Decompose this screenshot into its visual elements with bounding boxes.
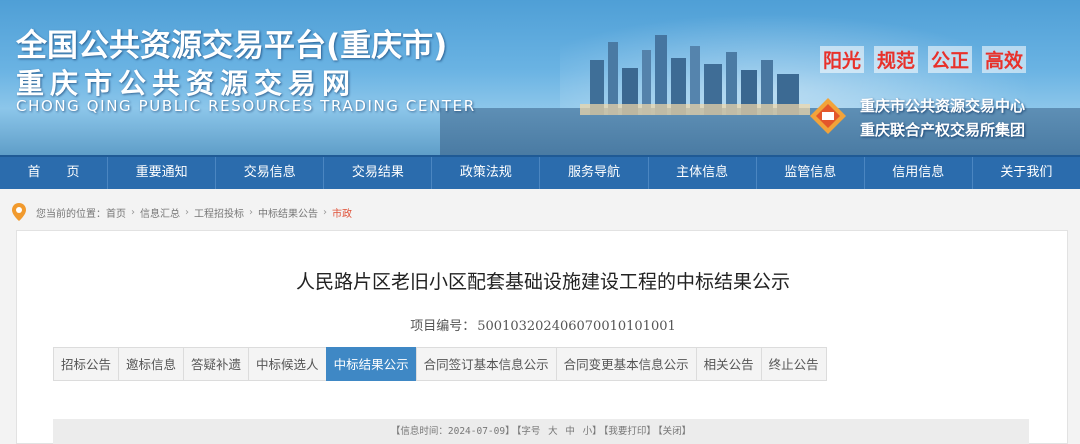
info-time: 【信息时间：2024-07-09】 xyxy=(390,426,515,437)
slogan-efficient: 高效 xyxy=(982,46,1027,73)
slogans: 阳光 规范 公正 高效 xyxy=(820,46,1027,73)
article-title: 人民路片区老旧小区配套基础设施建设工程的中标结果公示 xyxy=(295,271,790,293)
print-link[interactable]: 【我要打印】 xyxy=(604,426,656,437)
breadcrumb-separator: › xyxy=(249,206,253,218)
site-subtitle-cn: 重庆市公共资源交易网 xyxy=(16,67,357,100)
nav-credit-info[interactable]: 信用信息 xyxy=(865,157,973,189)
tab-tender-notice[interactable]: 招标公告 xyxy=(53,347,119,381)
nav-about-us[interactable]: 关于我们 xyxy=(973,157,1080,189)
nav-trade-info[interactable]: 交易信息 xyxy=(216,157,325,189)
breadcrumb-award-notice[interactable]: 中标结果公告 xyxy=(258,205,318,220)
nav-home[interactable]: 首 页 xyxy=(0,157,109,189)
font-size-label: 【字号 xyxy=(516,426,541,437)
nav-trade-results[interactable]: 交易结果 xyxy=(324,157,433,189)
tab-contract-signing-info[interactable]: 合同签订基本信息公示 xyxy=(415,347,556,381)
breadcrumb-home[interactable]: 首页 xyxy=(106,205,126,220)
site-title-cn: 全国公共资源交易平台(重庆市) xyxy=(16,28,448,64)
slogan-fair: 公正 xyxy=(928,46,973,73)
font-size-large-link[interactable]: 大 xyxy=(548,426,558,437)
content-panel: 人民路片区老旧小区配套基础设施建设工程的中标结果公示 项目编号： 50010320… xyxy=(16,230,1068,444)
tab-award-result[interactable]: 中标结果公示 xyxy=(325,347,416,381)
project-number-label: 项目编号： xyxy=(410,319,476,334)
notice-tabs: 招标公告 邀标信息 答疑补遗 中标候选人 中标结果公示 合同签订基本信息公示 合… xyxy=(53,347,827,381)
slogan-standard: 规范 xyxy=(874,46,919,73)
page: 全国公共资源交易平台(重庆市) 重庆市公共资源交易网 CHONG QING PU… xyxy=(0,0,1080,444)
site-header: 全国公共资源交易平台(重庆市) 重庆市公共资源交易网 CHONG QING PU… xyxy=(0,0,1080,155)
close-link[interactable]: 【关闭】 xyxy=(658,426,691,437)
breadcrumb: 您当前的位置： 首页 › 信息汇总 › 工程招投标 › 中标结果公告 › 市政 xyxy=(12,200,352,224)
tab-winning-candidates[interactable]: 中标候选人 xyxy=(248,347,326,381)
city-skyline-icon xyxy=(580,35,810,115)
site-title-en: CHONG QING PUBLIC RESOURCES TRADING CENT… xyxy=(16,97,476,115)
location-pin-icon xyxy=(12,203,26,221)
breadcrumb-prefix: 您当前的位置： xyxy=(36,208,106,220)
tab-qa-supplement[interactable]: 答疑补遗 xyxy=(183,347,249,381)
tab-termination-notice[interactable]: 终止公告 xyxy=(760,347,827,381)
breadcrumb-municipal[interactable]: 市政 xyxy=(332,205,352,220)
tab-invitation-info[interactable]: 邀标信息 xyxy=(118,347,184,381)
breadcrumb-engineering-bidding[interactable]: 工程招投标 xyxy=(194,205,244,220)
organization-names: 重庆市公共资源交易中心 重庆联合产权交易所集团 xyxy=(860,94,1025,142)
font-size-medium-link[interactable]: 中 xyxy=(565,426,575,437)
breadcrumb-separator: › xyxy=(323,206,327,218)
nav-policies[interactable]: 政策法规 xyxy=(432,157,541,189)
nav-supervision-info[interactable]: 监管信息 xyxy=(757,157,865,189)
main-nav: 首 页 重要通知 交易信息 交易结果 政策法规 服务导航 主体信息 监管信息 信… xyxy=(0,155,1080,189)
project-number-value: 500103202406070010101001 xyxy=(477,319,676,334)
article-info-bar: 【信息时间：2024-07-09】 【字号 大 中 小】 【我要打印】 【关闭】 xyxy=(53,419,1029,444)
breadcrumb-info-summary[interactable]: 信息汇总 xyxy=(140,205,180,220)
tab-related-notices[interactable]: 相关公告 xyxy=(695,347,761,381)
nav-entity-info[interactable]: 主体信息 xyxy=(649,157,757,189)
project-number: 项目编号： 500103202406070010101001 xyxy=(17,315,1069,334)
exchange-logo-icon xyxy=(810,98,846,134)
font-size-small-link[interactable]: 小】 xyxy=(583,426,602,437)
slogan-sunshine: 阳光 xyxy=(820,46,865,73)
tab-contract-change-info[interactable]: 合同变更基本信息公示 xyxy=(555,347,696,381)
nav-service-guide[interactable]: 服务导航 xyxy=(540,157,649,189)
org-name-group: 重庆联合产权交易所集团 xyxy=(860,121,1026,139)
breadcrumb-separator: › xyxy=(185,206,189,218)
nav-important-notices[interactable]: 重要通知 xyxy=(108,157,217,189)
org-name-center: 重庆市公共资源交易中心 xyxy=(860,97,1026,115)
breadcrumb-separator: › xyxy=(131,206,135,218)
